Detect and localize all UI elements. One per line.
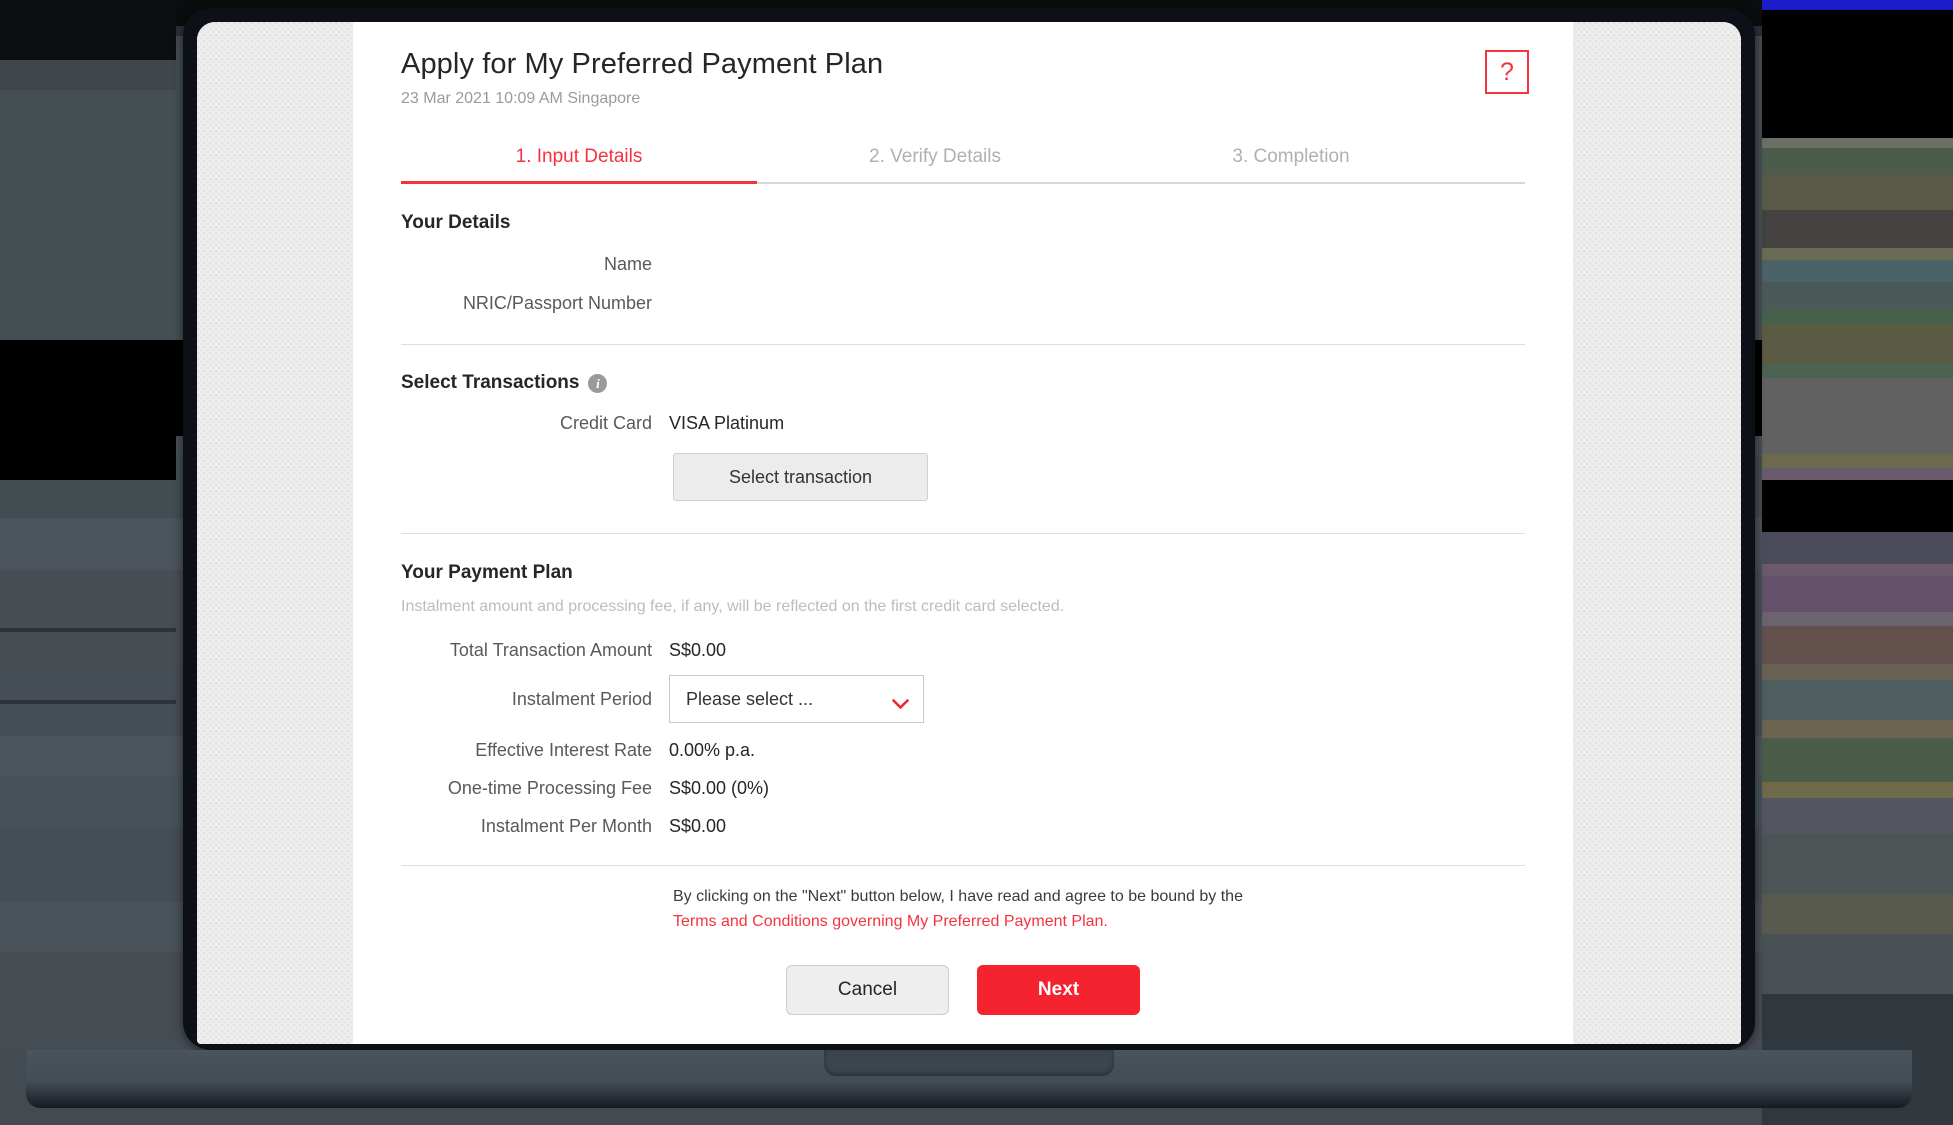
select-transactions-heading-text: Select Transactions: [401, 372, 580, 393]
application-card: Apply for My Preferred Payment Plan 23 M…: [353, 22, 1573, 1044]
total-amount-value: S$0.00: [669, 640, 727, 660]
credit-card-label: Credit Card: [559, 413, 652, 433]
your-details-heading-text: Your Details: [401, 212, 511, 233]
name-row: Name: [401, 254, 1525, 275]
laptop-base-notch: [824, 1050, 1114, 1076]
payment-plan-heading: Your Payment Plan: [401, 562, 1525, 584]
next-button[interactable]: Next: [977, 964, 1140, 1015]
terms-and-conditions-link[interactable]: Terms and Conditions governing My Prefer…: [673, 913, 1108, 930]
payment-plan-heading-text: Your Payment Plan: [401, 562, 573, 583]
credit-card-value: VISA Platinum: [669, 413, 785, 433]
tab-input-details[interactable]: 1. Input Details: [401, 136, 757, 184]
name-label: Name: [603, 254, 652, 274]
instalment-per-month-value: S$0.00: [669, 816, 727, 836]
processing-fee-value: S$0.00 (0%): [669, 778, 770, 798]
nric-label: NRIC/Passport Number: [462, 293, 652, 313]
interest-rate-label: Effective Interest Rate: [475, 740, 652, 760]
your-details-heading: Your Details: [401, 212, 1525, 234]
select-transactions-heading: Select Transactions i: [401, 372, 1525, 394]
nric-row: NRIC/Passport Number: [401, 293, 1525, 314]
interest-rate-value: 0.00% p.a.: [669, 740, 756, 760]
divider-3: [401, 865, 1525, 866]
tab-verify-details[interactable]: 2. Verify Details: [757, 136, 1113, 182]
instalment-period-label: Instalment Period: [511, 688, 652, 709]
page-title: Apply for My Preferred Payment Plan: [401, 48, 884, 80]
info-icon[interactable]: i: [588, 373, 608, 393]
divider-2: [401, 533, 1525, 534]
processing-fee-label: One-time Processing Fee: [447, 778, 652, 798]
instalment-period-select[interactable]: Please select ...: [669, 675, 924, 723]
chevron-down-icon: [892, 694, 909, 709]
processing-fee-row: One-time Processing Fee S$0.00 (0%): [401, 778, 1525, 799]
total-amount-row: Total Transaction Amount S$0.00: [401, 640, 1525, 661]
total-amount-label: Total Transaction Amount: [449, 640, 652, 660]
select-transaction-button[interactable]: Select transaction: [673, 453, 928, 501]
tab-completion[interactable]: 3. Completion: [1113, 136, 1469, 182]
interest-rate-row: Effective Interest Rate 0.00% p.a.: [401, 740, 1525, 761]
terms-line-1: By clicking on the "Next" button below, …: [673, 888, 1243, 905]
divider-1: [401, 344, 1525, 345]
step-tabs: 1. Input Details 2. Verify Details 3. Co…: [401, 136, 1525, 184]
instalment-per-month-label: Instalment Per Month: [480, 816, 652, 836]
instalment-period-row: Instalment Period Please select ...: [401, 675, 1525, 723]
instalment-per-month-row: Instalment Per Month S$0.00: [401, 816, 1525, 837]
terms-text: By clicking on the "Next" button below, …: [673, 885, 1525, 935]
laptop-screen: Apply for My Preferred Payment Plan 23 M…: [197, 22, 1741, 1044]
instalment-period-value: Please select ...: [686, 688, 814, 709]
laptop-base: [26, 1050, 1912, 1108]
timestamp: 23 Mar 2021 10:09 AM Singapore: [401, 90, 641, 107]
action-buttons: Cancel Next: [401, 964, 1525, 1015]
laptop-device: Apply for My Preferred Payment Plan 23 M…: [26, 8, 1912, 1108]
cancel-button[interactable]: Cancel: [786, 964, 949, 1015]
help-button[interactable]: ?: [1485, 50, 1529, 94]
payment-plan-note: Instalment amount and processing fee, if…: [401, 598, 1065, 615]
credit-card-row: Credit Card VISA Platinum: [401, 413, 1525, 434]
